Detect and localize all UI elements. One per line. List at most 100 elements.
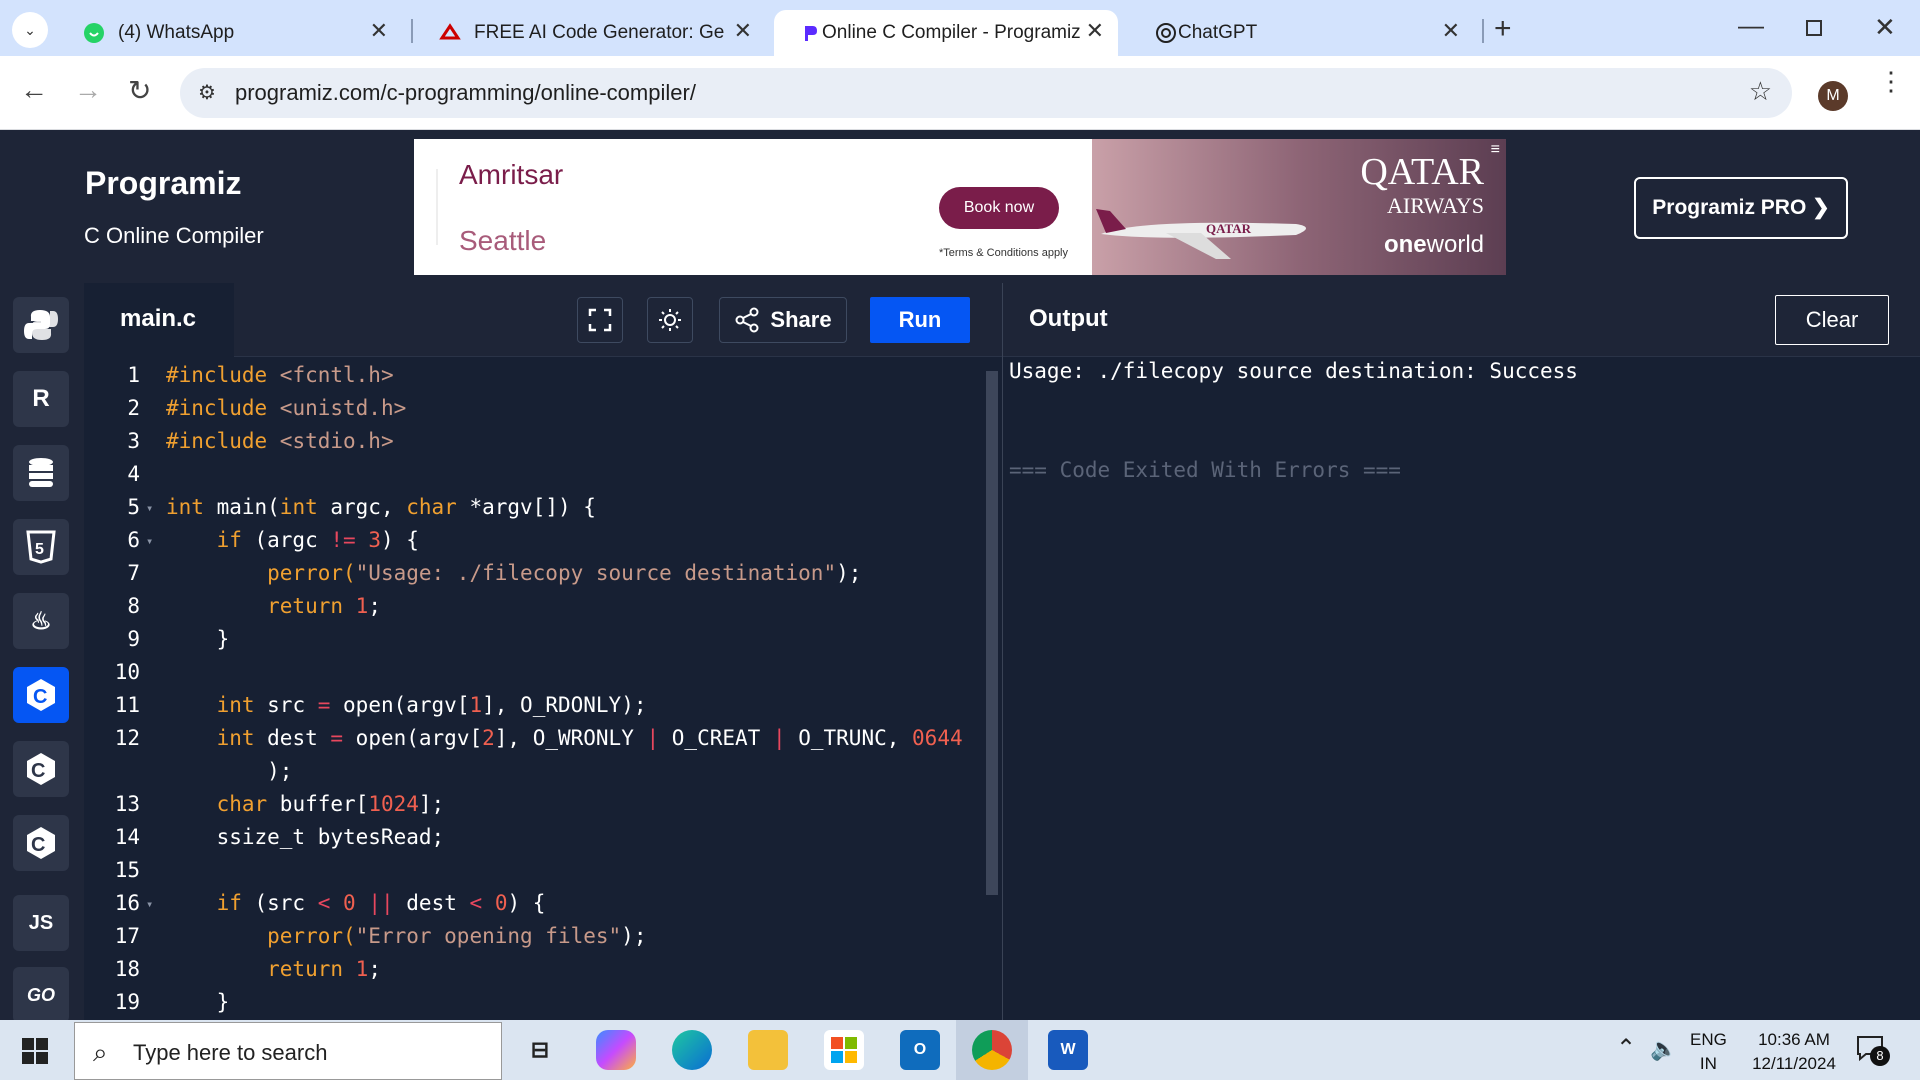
c-language-icon[interactable]: C [13,667,69,723]
code-line: int main(int argc, char *argv[]) { [166,495,596,519]
code-token: ) { [380,528,419,552]
chevron-up-icon[interactable]: ⌃ [1616,1034,1636,1063]
code-token: perror( [166,561,356,585]
microsoft-store-icon[interactable] [824,1030,864,1070]
ad-terms: *Terms & Conditions apply [939,247,1069,259]
book-now-button[interactable]: Book now [939,187,1059,229]
code-token: char [406,495,457,519]
task-view-icon[interactable]: ⊟ [520,1030,560,1070]
site-info-icon[interactable]: ⚙ [198,80,216,105]
taskbar-search-input[interactable]: ⌕ Type here to search [74,1022,502,1080]
notification-count-badge: 8 [1870,1046,1890,1066]
programiz-pro-button[interactable]: Programiz PRO ❯ [1634,177,1848,239]
close-icon[interactable]: ✕ [1086,18,1104,44]
sql-database-icon[interactable] [13,445,69,501]
theme-toggle-icon[interactable] [647,297,693,343]
bookmark-star-icon[interactable]: ☆ [1749,76,1772,107]
line-number: 17 [114,924,140,948]
java-icon[interactable]: ♨ [13,593,69,649]
oneworld-rest: world [1426,231,1484,258]
close-icon[interactable]: ✕ [734,18,752,44]
code-line: if (argc != 3) { [166,528,419,552]
code-token: 0 [343,891,356,915]
tab-programiz[interactable]: Online C Compiler - Programiz ✕ [774,10,1118,56]
file-explorer-icon[interactable] [748,1030,788,1070]
code-token: (src [241,891,318,915]
programiz-logo[interactable]: Programiz [85,165,241,202]
omnibox[interactable]: ⚙ programiz.com/c-programming/online-com… [180,68,1792,118]
ad-menu-icon[interactable]: ≡ [1491,141,1500,159]
code-token: src [254,693,318,717]
tab-list-icon[interactable]: ⌄ [12,12,48,48]
tab-chatgpt[interactable]: ChatGPT ✕ [1130,10,1474,56]
clock[interactable]: 10:36 AM 12/11/2024 [1742,1028,1846,1076]
javascript-icon[interactable]: JS [13,895,69,951]
ad-destination-city: Seattle [459,225,547,256]
profile-avatar[interactable]: M [1818,81,1848,111]
python-icon[interactable] [13,297,69,353]
code-area[interactable]: 1 2 3 4 5 6 7 8 9 10 11 12 13 14 15 16 1… [84,357,984,1020]
close-icon[interactable]: ✕ [370,18,388,44]
fold-chevron-icon[interactable]: ▾ [146,897,153,911]
outlook-icon[interactable]: O [900,1030,940,1070]
line-number: 15 [114,858,140,882]
fullscreen-icon[interactable] [577,297,623,343]
edge-icon[interactable] [672,1030,712,1070]
browser-menu-icon[interactable]: ⋮ [1878,68,1904,94]
code-line: ssize_t bytesRead; [166,825,445,849]
tab-whatsapp[interactable]: (4) WhatsApp ✕ [58,10,402,56]
code-token: 1 [355,957,369,981]
share-button[interactable]: Share [719,297,847,343]
code-token: 3 [368,528,381,552]
editor-scrollbar[interactable] [986,371,998,895]
word-icon[interactable]: W [1048,1030,1088,1070]
code-token: "Error opening files" [355,924,622,948]
notification-icon[interactable]: 8 [1856,1034,1890,1066]
tab-separator [411,19,413,43]
restore-icon[interactable] [1806,20,1822,36]
chrome-icon[interactable] [972,1030,1012,1070]
minimize-icon[interactable]: — [1738,10,1764,41]
clear-button[interactable]: Clear [1775,295,1889,345]
brand-name: QATAR [1360,151,1484,193]
reload-icon[interactable]: ↻ [128,74,151,107]
language-indicator[interactable]: ENG IN [1690,1028,1727,1076]
language-sidebar: R 5 ♨ C C C JS GO [0,283,84,1023]
java-glyph: ♨ [30,607,52,635]
html5-icon[interactable]: 5 [13,519,69,575]
code-token: ); [621,924,647,948]
close-window-icon[interactable]: ✕ [1874,12,1896,43]
file-tab-main-c[interactable]: main.c [84,283,234,357]
code-token: #include [166,429,280,453]
code-line: perror("Usage: ./filecopy source destina… [166,561,861,585]
url-text[interactable]: programiz.com/c-programming/online-compi… [235,80,696,106]
csharp-icon[interactable]: C [13,815,69,871]
copilot-icon[interactable] [596,1030,636,1070]
back-icon[interactable]: ← [20,74,48,106]
code-token: #include [166,396,280,420]
tab-ai-code-generator[interactable]: FREE AI Code Generator: Gener ✕ [414,10,766,56]
js-glyph: JS [28,911,54,934]
run-button[interactable]: Run [870,297,970,343]
output-title: Output [1029,305,1108,332]
code-token: O_TRUNC, [785,726,913,750]
speaker-icon[interactable]: 🔈 [1650,1036,1677,1062]
cpp-icon[interactable]: C [13,741,69,797]
csharp-glyph: C [31,834,45,856]
chatgpt-icon [1154,21,1178,45]
close-icon[interactable]: ✕ [1442,18,1460,44]
go-icon[interactable]: GO [13,967,69,1023]
line-number: 14 [114,825,140,849]
advertisement-banner[interactable]: Amritsar Seattle Book now *Terms & Condi… [414,139,1506,275]
forward-icon[interactable]: → [74,74,102,106]
fold-chevron-icon[interactable]: ▾ [146,501,153,515]
code-token: *argv[]) { [456,495,596,519]
new-tab-icon[interactable]: + [1494,12,1512,46]
fold-chevron-icon[interactable]: ▾ [146,534,153,548]
r-glyph: R [32,385,50,412]
plane-livery-text: QATAR [1206,221,1252,236]
code-token: dest [393,891,470,915]
windows-start-icon[interactable] [22,1038,48,1069]
line-number: 9 [127,627,140,651]
r-language-icon[interactable]: R [13,371,69,427]
